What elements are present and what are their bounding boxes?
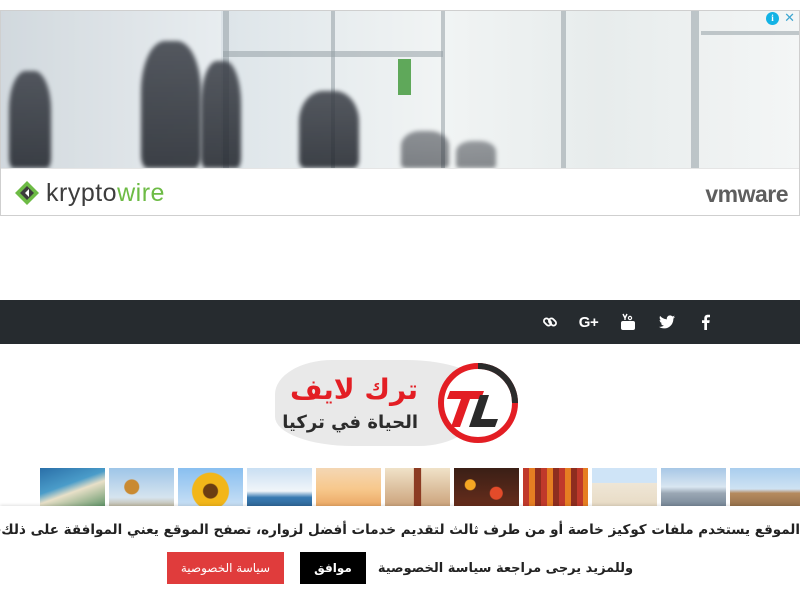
site-title: ترك لايف [289,373,418,406]
cookie-message: الموقع يستخدم ملفات كوكيز خاصة أو من طرف… [0,522,800,538]
site-logo[interactable]: ترك لايف الحياة في تركيا [275,356,520,452]
thumbnail-city[interactable] [661,468,726,510]
link-icon[interactable] [530,300,569,344]
kryptowire-mark-icon [15,181,39,205]
ad-photo [1,11,799,168]
facebook-icon[interactable] [686,300,725,344]
google-plus-icon[interactable]: G+ [569,300,608,344]
thumbnail-beach[interactable] [40,468,105,510]
thumbnail-sunflower[interactable] [178,468,243,510]
twitter-icon[interactable] [647,300,686,344]
cookie-more-info: وللمزيد يرجى مراجعة سياسة الخصوصية [377,560,634,576]
thumbnail-lanterns[interactable] [454,468,519,510]
vmware-logo[interactable]: vmware [705,182,788,206]
thumbnail-tower[interactable] [385,468,450,510]
tl-emblem-icon [438,363,518,443]
ad-info-icon[interactable]: i [766,12,779,25]
kryptowire-logo[interactable]: kryptowire [14,179,165,207]
cookie-actions: وللمزيد يرجى مراجعة سياسة الخصوصية موافق… [0,552,800,584]
ad-brand-strip: kryptowire vmware [1,168,799,215]
ad-close-icon[interactable]: ✕ [784,11,795,26]
thumbnail-balloon[interactable] [109,468,174,510]
youtube-icon[interactable] [608,300,647,344]
thumbnail-ruins[interactable] [730,468,800,510]
social-bar: G+ [0,300,800,344]
thumbnail-bazaar[interactable] [523,468,588,510]
thumbnail-sunset[interactable] [316,468,381,510]
kryptowire-wordmark: kryptowire [46,179,165,207]
privacy-policy-button[interactable]: سياسة الخصوصية [166,552,285,584]
agree-button[interactable]: موافق [300,552,366,584]
advertisement-banner[interactable]: kryptowire vmware i ✕ [0,10,800,216]
photo-strip [40,468,800,510]
thumbnail-harbor[interactable] [247,468,312,510]
site-tagline: الحياة في تركيا [282,412,418,433]
thumbnail-building[interactable] [592,468,657,510]
social-links: G+ [530,300,725,344]
cookie-consent-bar: الموقع يستخدم ملفات كوكيز خاصة أو من طرف… [0,506,800,600]
